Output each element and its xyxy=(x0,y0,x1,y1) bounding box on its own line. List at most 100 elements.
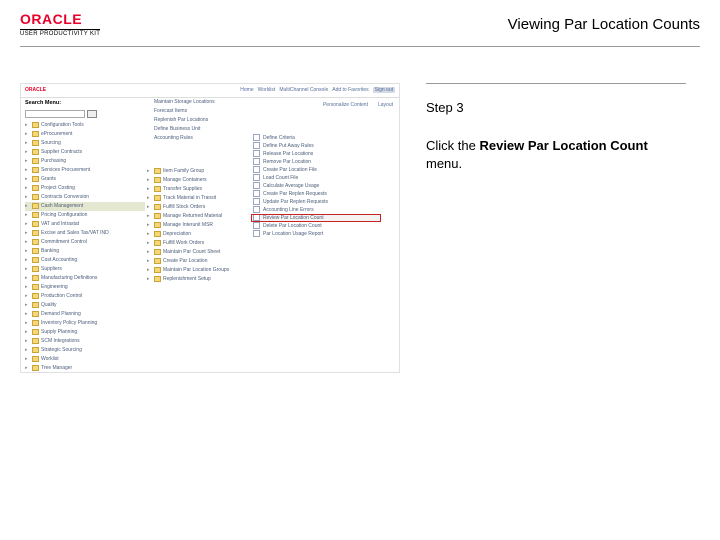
nav-folder[interactable]: Purchasing xyxy=(25,157,145,166)
app-nav-link[interactable]: Add to Favorites xyxy=(332,87,368,93)
nav-folder[interactable]: Supply Planning xyxy=(25,328,145,337)
folder-label: Banking xyxy=(41,248,59,254)
nav-subfolder[interactable]: Create Par Location xyxy=(147,257,257,266)
folder-icon xyxy=(32,284,39,290)
nav-leaf-item[interactable]: Release Par Locations xyxy=(251,150,381,158)
nav-folder[interactable]: Excise and Sales Tax/VAT IND xyxy=(25,229,145,238)
nav-folder[interactable]: Services Procurement xyxy=(25,166,145,175)
folder-label: Supplier Contracts xyxy=(41,149,82,155)
search-go-button[interactable] xyxy=(87,110,97,118)
nav-leaf-item[interactable]: Par Location Usage Report xyxy=(251,230,381,238)
nav-folder[interactable]: Pricing Configuration xyxy=(25,211,145,220)
nav-subfolder[interactable]: Fulfill Work Orders xyxy=(147,239,257,248)
folder-label: Worklist xyxy=(41,356,59,362)
nav-subfolder[interactable]: Track Material in Transit xyxy=(147,194,257,203)
search-input[interactable] xyxy=(25,110,85,118)
app-nav-link[interactable]: Worklist xyxy=(258,87,276,93)
nav-subitem[interactable]: Maintain Storage Locations xyxy=(147,98,257,107)
leaf-label: Review Par Location Count xyxy=(263,215,324,221)
nav-subfolder[interactable]: Manage Interunit MSR xyxy=(147,221,257,230)
nav-folder[interactable]: Engineering xyxy=(25,283,145,292)
nav-folder[interactable]: Strategic Sourcing xyxy=(25,346,145,355)
folder-label: Quality xyxy=(41,302,57,308)
folder-icon xyxy=(32,185,39,191)
instruction-panel: Step 3 Click the Review Par Location Cou… xyxy=(426,83,686,373)
nav-folder[interactable]: Sourcing xyxy=(25,139,145,148)
nav-subfolder[interactable]: Fulfill Stock Orders xyxy=(147,203,257,212)
nav-leaf-item[interactable]: Delete Par Location Count xyxy=(251,222,381,230)
folder-label: Supply Planning xyxy=(41,329,77,335)
leaf-label: Par Location Usage Report xyxy=(263,231,323,237)
nav-folder[interactable]: VAT and Intrastat xyxy=(25,220,145,229)
folder-label: Strategic Sourcing xyxy=(41,347,82,353)
nav-folder[interactable]: SCM Integrations xyxy=(25,337,145,346)
nav-folder[interactable]: Project Costing xyxy=(25,184,145,193)
nav-folder[interactable]: Production Control xyxy=(25,292,145,301)
nav-leaf-item[interactable]: Update Par Replen Requests xyxy=(251,198,381,206)
folder-icon xyxy=(32,122,39,128)
app-nav-link[interactable]: MultiChannel Console xyxy=(279,87,328,93)
nav-subfolder[interactable]: Replenishment Setup xyxy=(147,275,257,284)
nav-folder[interactable]: eProcurement xyxy=(25,130,145,139)
nav-subfolder[interactable]: Depreciation xyxy=(147,230,257,239)
nav-folder[interactable]: Supplier Contracts xyxy=(25,148,145,157)
folder-label: Pricing Configuration xyxy=(41,212,87,218)
signout-link[interactable]: Sign out xyxy=(373,87,395,93)
folder-icon xyxy=(154,222,161,228)
app-nav-link[interactable]: Home xyxy=(240,87,253,93)
nav-subitem[interactable]: Accounting Rules xyxy=(147,134,257,143)
nav-folder[interactable]: Worklist xyxy=(25,355,145,364)
folder-label: Engineering xyxy=(41,284,68,290)
nav-folder[interactable]: Tree Manager xyxy=(25,364,145,373)
folder-label: Maintain Par Count Sheet xyxy=(163,249,220,255)
nav-subitem[interactable]: Forecast Items xyxy=(147,107,257,116)
nav-folder[interactable]: Demand Planning xyxy=(25,310,145,319)
folder-icon xyxy=(32,266,39,272)
folder-icon xyxy=(154,240,161,246)
folder-label: Project Costing xyxy=(41,185,75,191)
search-menu-label: Search Menu: xyxy=(25,100,145,106)
nav-leaf-item[interactable]: Define Criteria xyxy=(251,134,381,142)
nav-leaf-item[interactable]: Create Par Location File xyxy=(251,166,381,174)
nav-folder[interactable]: Configuration Tools xyxy=(25,121,145,130)
nav-subfolder[interactable]: Manage Returned Material xyxy=(147,212,257,221)
folder-label: Contracts Conversion xyxy=(41,194,89,200)
nav-subfolder[interactable]: Maintain Par Location Groups xyxy=(147,266,257,275)
folder-icon xyxy=(154,276,161,282)
nav-folder[interactable]: Cash Management xyxy=(25,202,145,211)
folder-label: Fulfill Work Orders xyxy=(163,240,204,246)
nav-folder[interactable]: Contracts Conversion xyxy=(25,193,145,202)
nav-leaf-item[interactable]: Remove Par Location xyxy=(251,158,381,166)
nav-subitem[interactable]: Replenish Par Locations xyxy=(147,116,257,125)
folder-label: Grants xyxy=(41,176,56,182)
nav-leaf-item[interactable]: Load Count File xyxy=(251,174,381,182)
divider-panel xyxy=(426,83,686,84)
nav-folder[interactable]: Cost Accounting xyxy=(25,256,145,265)
folder-icon xyxy=(32,158,39,164)
nav-leaf-item[interactable]: Calculate Average Usage xyxy=(251,182,381,190)
nav-folder[interactable]: Suppliers xyxy=(25,265,145,274)
folder-label: Purchasing xyxy=(41,158,66,164)
review-par-location-count-menu[interactable]: Review Par Location Count xyxy=(251,214,381,222)
nav-subfolder[interactable]: Manage Containers xyxy=(147,176,257,185)
nav-folder[interactable]: Grants xyxy=(25,175,145,184)
nav-subfolder-column: Item Family GroupManage ContainersTransf… xyxy=(147,167,257,284)
nav-leaf-item[interactable]: Accounting Line Errors xyxy=(251,206,381,214)
subitem-label: Replenish Par Locations xyxy=(154,117,208,123)
nav-leaf-item[interactable]: Define Put Away Rules xyxy=(251,142,381,150)
folder-icon xyxy=(154,204,161,210)
nav-folder[interactable]: Commitment Control xyxy=(25,238,145,247)
nav-folder[interactable]: Manufacturing Definitions xyxy=(25,274,145,283)
step-label: Step 3 xyxy=(426,100,686,115)
nav-subitem[interactable]: Define Business Unit xyxy=(147,125,257,134)
folder-label: VAT and Intrastat xyxy=(41,221,79,227)
nav-folder[interactable]: Banking xyxy=(25,247,145,256)
folder-icon xyxy=(154,195,161,201)
nav-folder[interactable]: Inventory Policy Planning xyxy=(25,319,145,328)
nav-leaf-item[interactable]: Create Par Replen Requests xyxy=(251,190,381,198)
folder-icon xyxy=(32,329,39,335)
nav-subfolder[interactable]: Item Family Group xyxy=(147,167,257,176)
nav-folder[interactable]: Quality xyxy=(25,301,145,310)
nav-subfolder[interactable]: Maintain Par Count Sheet xyxy=(147,248,257,257)
nav-subfolder[interactable]: Transfer Supplies xyxy=(147,185,257,194)
